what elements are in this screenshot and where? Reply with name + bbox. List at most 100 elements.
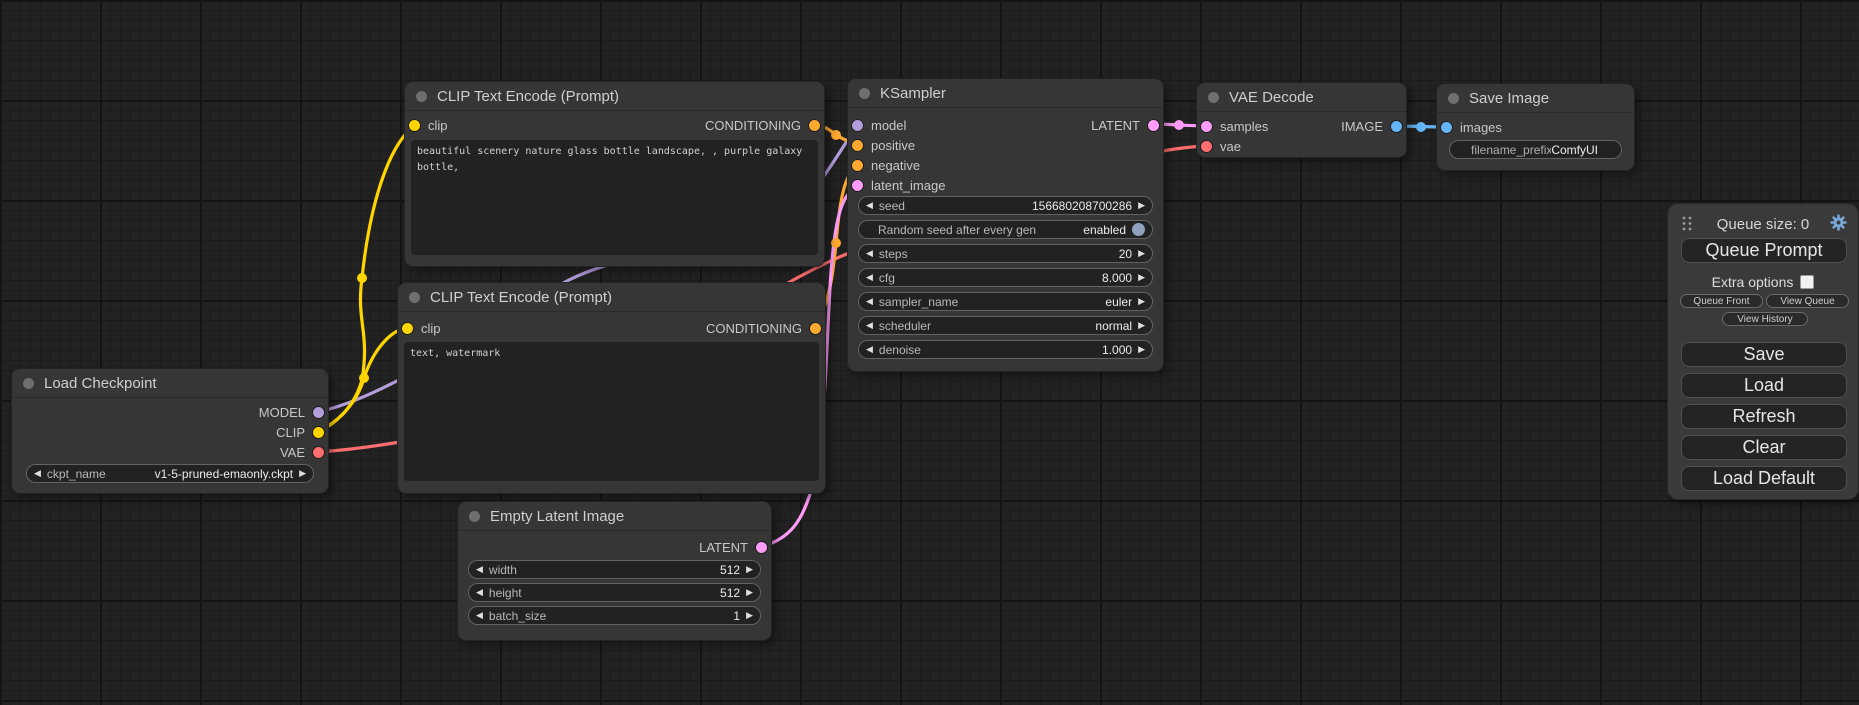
output-port-latent: LATENT (1091, 116, 1159, 134)
model-port-dot[interactable] (852, 120, 863, 131)
decrement-arrow-icon[interactable]: ◀ (476, 565, 483, 574)
decrement-arrow-icon[interactable]: ◀ (34, 469, 41, 478)
collapse-dot-icon[interactable] (409, 292, 420, 303)
node-title-bar[interactable]: KSampler (848, 79, 1163, 108)
width-widget[interactable]: ◀ width 512 ▶ (468, 560, 761, 579)
node-empty-latent-image[interactable]: Empty Latent Image LATENT ◀ width 512 ▶ … (458, 502, 771, 640)
seed-widget[interactable]: ◀ seed 156680208700286 ▶ (858, 196, 1153, 215)
collapse-dot-icon[interactable] (1448, 93, 1459, 104)
image-port-dot[interactable] (1391, 121, 1402, 132)
increment-arrow-icon[interactable]: ▶ (1138, 249, 1145, 258)
model-port-dot[interactable] (313, 407, 324, 418)
latent-port-dot[interactable] (1148, 120, 1159, 131)
port-label: LATENT (1091, 118, 1140, 133)
toggle-dot-icon[interactable] (1132, 223, 1145, 236)
collapse-dot-icon[interactable] (859, 88, 870, 99)
comfyui-canvas[interactable]: { "colors": { "model": "#B39DDB", "clip"… (0, 0, 1859, 705)
decrement-arrow-icon[interactable]: ◀ (866, 297, 873, 306)
queue-prompt-button[interactable]: Queue Prompt (1681, 238, 1847, 263)
queue-front-button[interactable]: Queue Front (1680, 294, 1763, 308)
load-button[interactable]: Load (1681, 373, 1847, 398)
drag-handle-icon[interactable] (1681, 215, 1693, 232)
node-load-checkpoint[interactable]: Load Checkpoint MODEL CLIP VAE ◀ ckpt_na… (12, 369, 328, 493)
queue-panel[interactable]: Queue size: 0 Queue Prompt Extra options… (1668, 204, 1858, 499)
collapse-dot-icon[interactable] (416, 91, 427, 102)
node-title-bar[interactable]: Empty Latent Image (458, 502, 771, 531)
node-vae-decode[interactable]: VAE Decode samples vae IMAGE (1197, 83, 1406, 157)
conditioning-port-dot[interactable] (810, 323, 821, 334)
increment-arrow-icon[interactable]: ▶ (1138, 201, 1145, 210)
node-title-label: Load Checkpoint (44, 375, 157, 392)
load-default-button[interactable]: Load Default (1681, 466, 1847, 491)
refresh-button[interactable]: Refresh (1681, 404, 1847, 429)
node-ksampler[interactable]: KSampler model positive negative latent_… (848, 79, 1163, 371)
batch-size-widget[interactable]: ◀ batch_size 1 ▶ (468, 606, 761, 625)
negative-prompt-textarea[interactable]: text, watermark (404, 342, 819, 481)
node-save-image[interactable]: Save Image images filename_prefix ComfyU… (1437, 84, 1634, 170)
filename-prefix-widget[interactable]: filename_prefix ComfyUI (1449, 140, 1622, 159)
increment-arrow-icon[interactable]: ▶ (746, 588, 753, 597)
save-button[interactable]: Save (1681, 342, 1847, 367)
node-title-bar[interactable]: VAE Decode (1197, 83, 1406, 112)
decrement-arrow-icon[interactable]: ◀ (866, 321, 873, 330)
clip-port-dot[interactable] (402, 323, 413, 334)
increment-arrow-icon[interactable]: ▶ (1138, 345, 1145, 354)
collapse-dot-icon[interactable] (1208, 92, 1219, 103)
increment-arrow-icon[interactable]: ▶ (1138, 297, 1145, 306)
latent-port-dot[interactable] (1201, 121, 1212, 132)
decrement-arrow-icon[interactable]: ◀ (476, 611, 483, 620)
decrement-arrow-icon[interactable]: ◀ (866, 249, 873, 258)
output-port-clip: CLIP (276, 423, 324, 441)
link-midpoint-dot (359, 373, 369, 383)
increment-arrow-icon[interactable]: ▶ (299, 469, 306, 478)
steps-widget[interactable]: ◀ steps 20 ▶ (858, 244, 1153, 263)
node-title-bar[interactable]: CLIP Text Encode (Prompt) (405, 82, 824, 111)
node-title-bar[interactable]: Load Checkpoint (12, 369, 328, 398)
link-midpoint-dot (831, 130, 841, 140)
extra-options-checkbox[interactable] (1800, 275, 1814, 289)
conditioning-port-dot[interactable] (852, 160, 863, 171)
view-history-button[interactable]: View History (1722, 312, 1808, 326)
ckpt-name-widget[interactable]: ◀ ckpt_name v1-5-pruned-emaonly.ckpt ▶ (26, 464, 314, 483)
decrement-arrow-icon[interactable]: ◀ (476, 588, 483, 597)
settings-gear-icon[interactable] (1830, 214, 1847, 231)
denoise-widget[interactable]: ◀ denoise 1.000 ▶ (858, 340, 1153, 359)
height-widget[interactable]: ◀ height 512 ▶ (468, 583, 761, 602)
sampler-name-widget[interactable]: ◀ sampler_name euler ▶ (858, 292, 1153, 311)
node-title-bar[interactable]: Save Image (1437, 84, 1634, 113)
positive-prompt-textarea[interactable]: beautiful scenery nature glass bottle la… (411, 140, 818, 255)
node-title-bar[interactable]: CLIP Text Encode (Prompt) (398, 283, 825, 312)
increment-arrow-icon[interactable]: ▶ (1138, 273, 1145, 282)
port-label: CLIP (276, 425, 305, 440)
image-port-dot[interactable] (1441, 122, 1452, 133)
scheduler-widget[interactable]: ◀ scheduler normal ▶ (858, 316, 1153, 335)
latent-port-dot[interactable] (756, 542, 767, 553)
vae-port-dot[interactable] (1201, 141, 1212, 152)
collapse-dot-icon[interactable] (469, 511, 480, 522)
clip-port-dot[interactable] (313, 427, 324, 438)
clear-button[interactable]: Clear (1681, 435, 1847, 460)
node-clip-text-encode-negative[interactable]: CLIP Text Encode (Prompt) clip CONDITION… (398, 283, 825, 493)
collapse-dot-icon[interactable] (23, 378, 34, 389)
decrement-arrow-icon[interactable]: ◀ (866, 273, 873, 282)
view-queue-button[interactable]: View Queue (1766, 294, 1849, 308)
clip-port-dot[interactable] (409, 120, 420, 131)
conditioning-port-dot[interactable] (852, 140, 863, 151)
increment-arrow-icon[interactable]: ▶ (746, 611, 753, 620)
port-label: samples (1220, 119, 1268, 134)
input-port-images: images (1441, 118, 1502, 136)
random-seed-widget[interactable]: Random seed after every gen enabled (858, 220, 1153, 239)
vae-port-dot[interactable] (313, 447, 324, 458)
widget-label: height (489, 586, 522, 600)
input-port-vae: vae (1201, 137, 1241, 155)
port-label: VAE (280, 445, 305, 460)
increment-arrow-icon[interactable]: ▶ (746, 565, 753, 574)
decrement-arrow-icon[interactable]: ◀ (866, 201, 873, 210)
cfg-widget[interactable]: ◀ cfg 8.000 ▶ (858, 268, 1153, 287)
increment-arrow-icon[interactable]: ▶ (1138, 321, 1145, 330)
node-clip-text-encode-positive[interactable]: CLIP Text Encode (Prompt) clip CONDITION… (405, 82, 824, 266)
conditioning-port-dot[interactable] (809, 120, 820, 131)
decrement-arrow-icon[interactable]: ◀ (866, 345, 873, 354)
port-label: MODEL (259, 405, 305, 420)
latent-port-dot[interactable] (852, 180, 863, 191)
